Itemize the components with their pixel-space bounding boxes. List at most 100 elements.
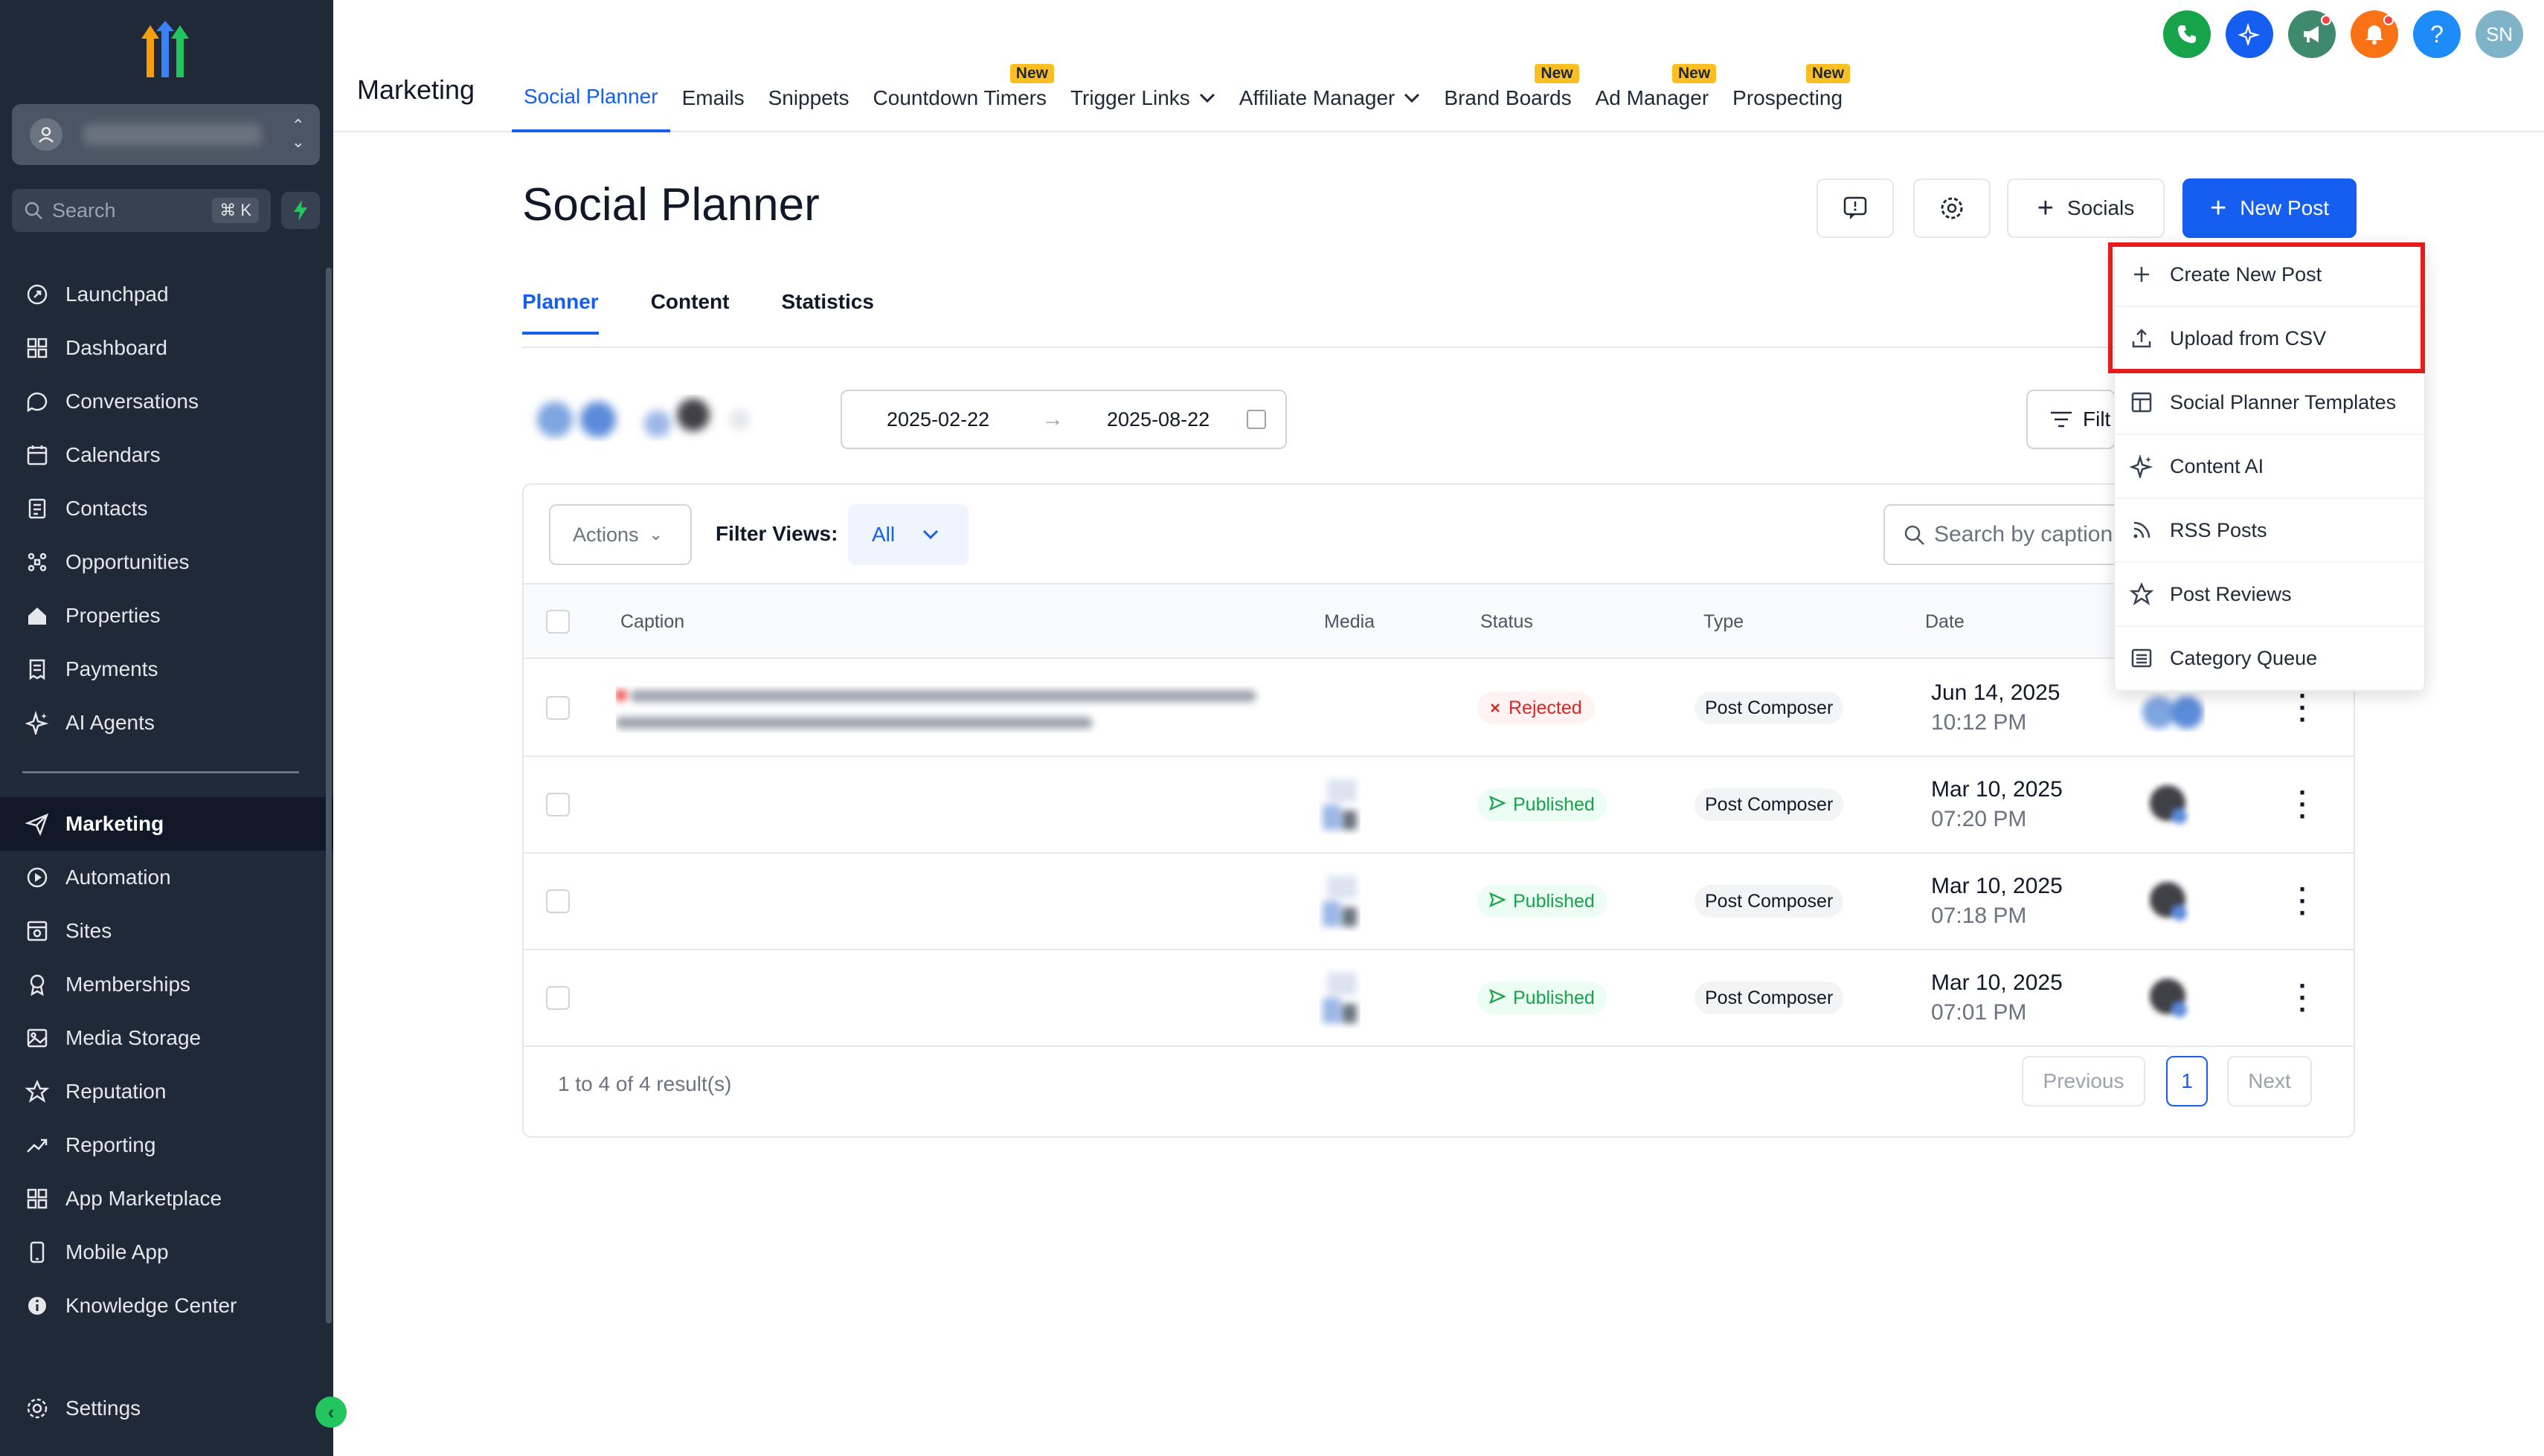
tab-social-planner[interactable]: Social Planner <box>512 64 670 132</box>
tab-brand-boards[interactable]: Brand Boards New <box>1432 64 1583 132</box>
subtab-statistics[interactable]: Statistics <box>781 290 874 335</box>
sidebar-item-opportunities[interactable]: Opportunities <box>0 535 333 589</box>
actions-dropdown[interactable]: Actions ⌄ <box>549 504 692 565</box>
tab-affiliate-manager[interactable]: Affiliate Manager <box>1227 64 1433 132</box>
sidebar-item-payments[interactable]: Payments <box>0 642 333 696</box>
contacts-icon <box>22 494 52 524</box>
sidebar-settings[interactable]: Settings <box>0 1382 333 1435</box>
new-post-button[interactable]: + New Post <box>2182 178 2357 238</box>
time-value: 07:20 PM <box>1931 807 2027 831</box>
sidebar-item-mobile-app[interactable]: Mobile App <box>0 1225 333 1279</box>
subtab-content[interactable]: Content <box>651 290 730 335</box>
menu-item-category-queue[interactable]: Category Queue <box>2115 627 2426 691</box>
table-row[interactable]: Rejected Post Composer Jun 14, 2025 10:12 P… <box>524 660 2354 757</box>
menu-item-social-planner-templates[interactable]: Social Planner Templates <box>2115 371 2426 435</box>
add-socials-button[interactable]: + Socials <box>2007 178 2165 238</box>
table-row[interactable]: Published Post Composer Mar 10, 2025 07:20 … <box>524 757 2354 854</box>
user-avatar[interactable]: SN <box>2476 10 2523 58</box>
sidebar-item-label: Memberships <box>65 973 191 996</box>
megaphone-icon[interactable] <box>2288 10 2336 58</box>
kebab-menu-icon[interactable]: · · · <box>2299 973 2307 1023</box>
sidebar-item-media-storage[interactable]: Media Storage <box>0 1011 333 1065</box>
settings-button[interactable] <box>1913 178 1991 238</box>
bell-icon[interactable] <box>2351 10 2398 58</box>
date-value: Mar 10, 2025 <box>1931 970 2063 995</box>
sidebar-item-reporting[interactable]: Reporting <box>0 1118 333 1172</box>
sidebar-item-calendars[interactable]: Calendars <box>0 428 333 482</box>
subtab-planner[interactable]: Planner <box>522 290 599 335</box>
kebab-menu-icon[interactable]: · · · <box>2299 683 2307 733</box>
menu-item-label: Content AI <box>2170 454 2264 477</box>
tab-prospecting[interactable]: Prospecting New <box>1721 64 1854 132</box>
tab-label: Countdown Timers <box>873 86 1047 109</box>
chevron-up-down-icon: ⌃ ⌄ <box>291 116 305 151</box>
sidebar-item-marketing[interactable]: Marketing <box>0 797 333 851</box>
arrow-right-icon: → <box>1041 407 1064 431</box>
tab-snippets[interactable]: Snippets <box>757 64 861 132</box>
rss-icon <box>2128 517 2155 544</box>
column-header-media[interactable]: Media <box>1324 611 1375 633</box>
quick-action-button[interactable] <box>281 192 320 229</box>
kebab-menu-icon[interactable]: · · · <box>2299 876 2307 927</box>
tab-label: Brand Boards <box>1444 86 1572 109</box>
sidebar-scrollbar[interactable] <box>326 268 332 1324</box>
row-checkbox[interactable] <box>546 696 570 720</box>
menu-item-rss-posts[interactable]: RSS Posts <box>2115 499 2426 563</box>
row-checkbox[interactable] <box>546 986 570 1010</box>
subtabs-divider <box>522 347 2354 348</box>
table-row[interactable]: Published Post Composer Mar 10, 2025 07:18 … <box>524 854 2354 950</box>
account-switcher[interactable]: ⌃ ⌄ <box>12 104 320 165</box>
sidebar-item-launchpad[interactable]: Launchpad <box>0 268 333 321</box>
sidebar-item-app-marketplace[interactable]: App Marketplace <box>0 1172 333 1225</box>
sidebar-collapse-button[interactable]: ‹ <box>315 1397 347 1428</box>
sidebar: ⌃ ⌄ Search ⌘ K Launchpad Dashboard Conversa… <box>0 0 347 1456</box>
table-row[interactable]: Published Post Composer Mar 10, 2025 07:01 … <box>524 950 2354 1047</box>
date-range-picker[interactable]: 2025-02-22 → 2025-08-22 <box>841 390 1287 449</box>
menu-item-post-reviews[interactable]: Post Reviews <box>2115 563 2426 627</box>
tab-countdown-timers[interactable]: Countdown Timers New <box>861 64 1059 132</box>
menu-item-label: Post Reviews <box>2170 582 2292 605</box>
page-1-button[interactable]: 1 <box>2166 1056 2208 1107</box>
column-header-type[interactable]: Type <box>1703 611 1744 633</box>
kebab-menu-icon[interactable]: · · · <box>2299 779 2307 830</box>
filter-views-select[interactable]: All <box>848 504 969 565</box>
sidebar-item-conversations[interactable]: Conversations <box>0 375 333 428</box>
connected-accounts-redacted[interactable] <box>525 385 808 454</box>
column-header-date[interactable]: Date <box>1925 611 1965 633</box>
select-all-checkbox[interactable] <box>546 610 570 634</box>
sidebar-item-memberships[interactable]: Memberships <box>0 958 333 1011</box>
sidebar-item-label: Sites <box>65 919 112 942</box>
sidebar-search[interactable]: Search ⌘ K <box>12 189 271 232</box>
feedback-button[interactable] <box>1817 178 1894 238</box>
account-avatar-redacted <box>2138 970 2205 1029</box>
app-logo[interactable] <box>134 21 196 80</box>
date-value: Mar 10, 2025 <box>1931 777 2063 802</box>
sidebar-item-reputation[interactable]: Reputation <box>0 1065 333 1118</box>
column-header-status[interactable]: Status <box>1480 611 1533 633</box>
ai-sparkle-icon[interactable] <box>2226 10 2273 58</box>
sidebar-item-ai-agents[interactable]: AI Agents <box>0 696 333 750</box>
sites-icon <box>22 916 52 946</box>
sidebar-item-properties[interactable]: Properties <box>0 589 333 642</box>
previous-page-button[interactable]: Previous <box>2022 1056 2145 1107</box>
sidebar-item-automation[interactable]: Automation <box>0 851 333 904</box>
sidebar-item-sites[interactable]: Sites <box>0 904 333 958</box>
tab-trigger-links[interactable]: Trigger Links <box>1059 64 1227 132</box>
filter-button[interactable]: Filt <box>2026 390 2116 449</box>
image-icon <box>22 1023 52 1053</box>
tab-ad-manager[interactable]: Ad Manager New <box>1584 64 1721 132</box>
sidebar-item-knowledge-center[interactable]: Knowledge Center <box>0 1279 333 1333</box>
next-page-button[interactable]: Next <box>2227 1056 2312 1107</box>
tab-emails[interactable]: Emails <box>670 64 757 132</box>
sidebar-item-label: Reputation <box>65 1080 167 1103</box>
column-header-caption[interactable]: Caption <box>620 611 684 633</box>
row-checkbox[interactable] <box>546 889 570 913</box>
sidebar-item-dashboard[interactable]: Dashboard <box>0 321 333 375</box>
menu-item-content-ai[interactable]: Content AI <box>2115 435 2426 499</box>
sidebar-item-label: Automation <box>65 866 171 889</box>
sidebar-item-contacts[interactable]: Contacts <box>0 482 333 535</box>
row-checkbox[interactable] <box>546 793 570 816</box>
phone-icon[interactable] <box>2163 10 2211 58</box>
help-icon[interactable]: ? <box>2413 10 2461 58</box>
highlight-box <box>2108 242 2425 373</box>
